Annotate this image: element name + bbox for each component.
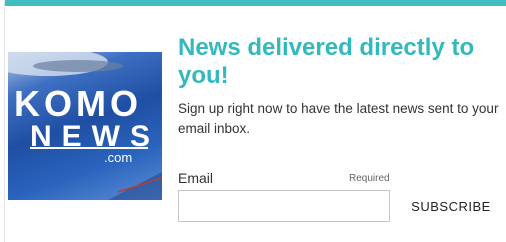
subscribe-button[interactable]: SUBSCRIBE <box>401 190 501 222</box>
logo-news-text: NEWS <box>30 120 160 153</box>
email-input[interactable] <box>178 190 390 222</box>
signup-headline: News delivered directly to you! <box>178 34 475 89</box>
logo-komo-text: KOMO <box>14 83 142 124</box>
newsletter-signup-card: KOMO NEWS .com News delivered directly t… <box>4 0 506 242</box>
signup-description: Sign up right now to have the latest new… <box>178 101 499 136</box>
required-indicator: Required <box>349 173 390 184</box>
email-field-label: Email <box>178 170 214 186</box>
logo-dotcom-text: .com <box>104 150 133 165</box>
komo-news-logo: KOMO NEWS .com <box>8 52 162 200</box>
accent-top-bar <box>5 0 506 6</box>
